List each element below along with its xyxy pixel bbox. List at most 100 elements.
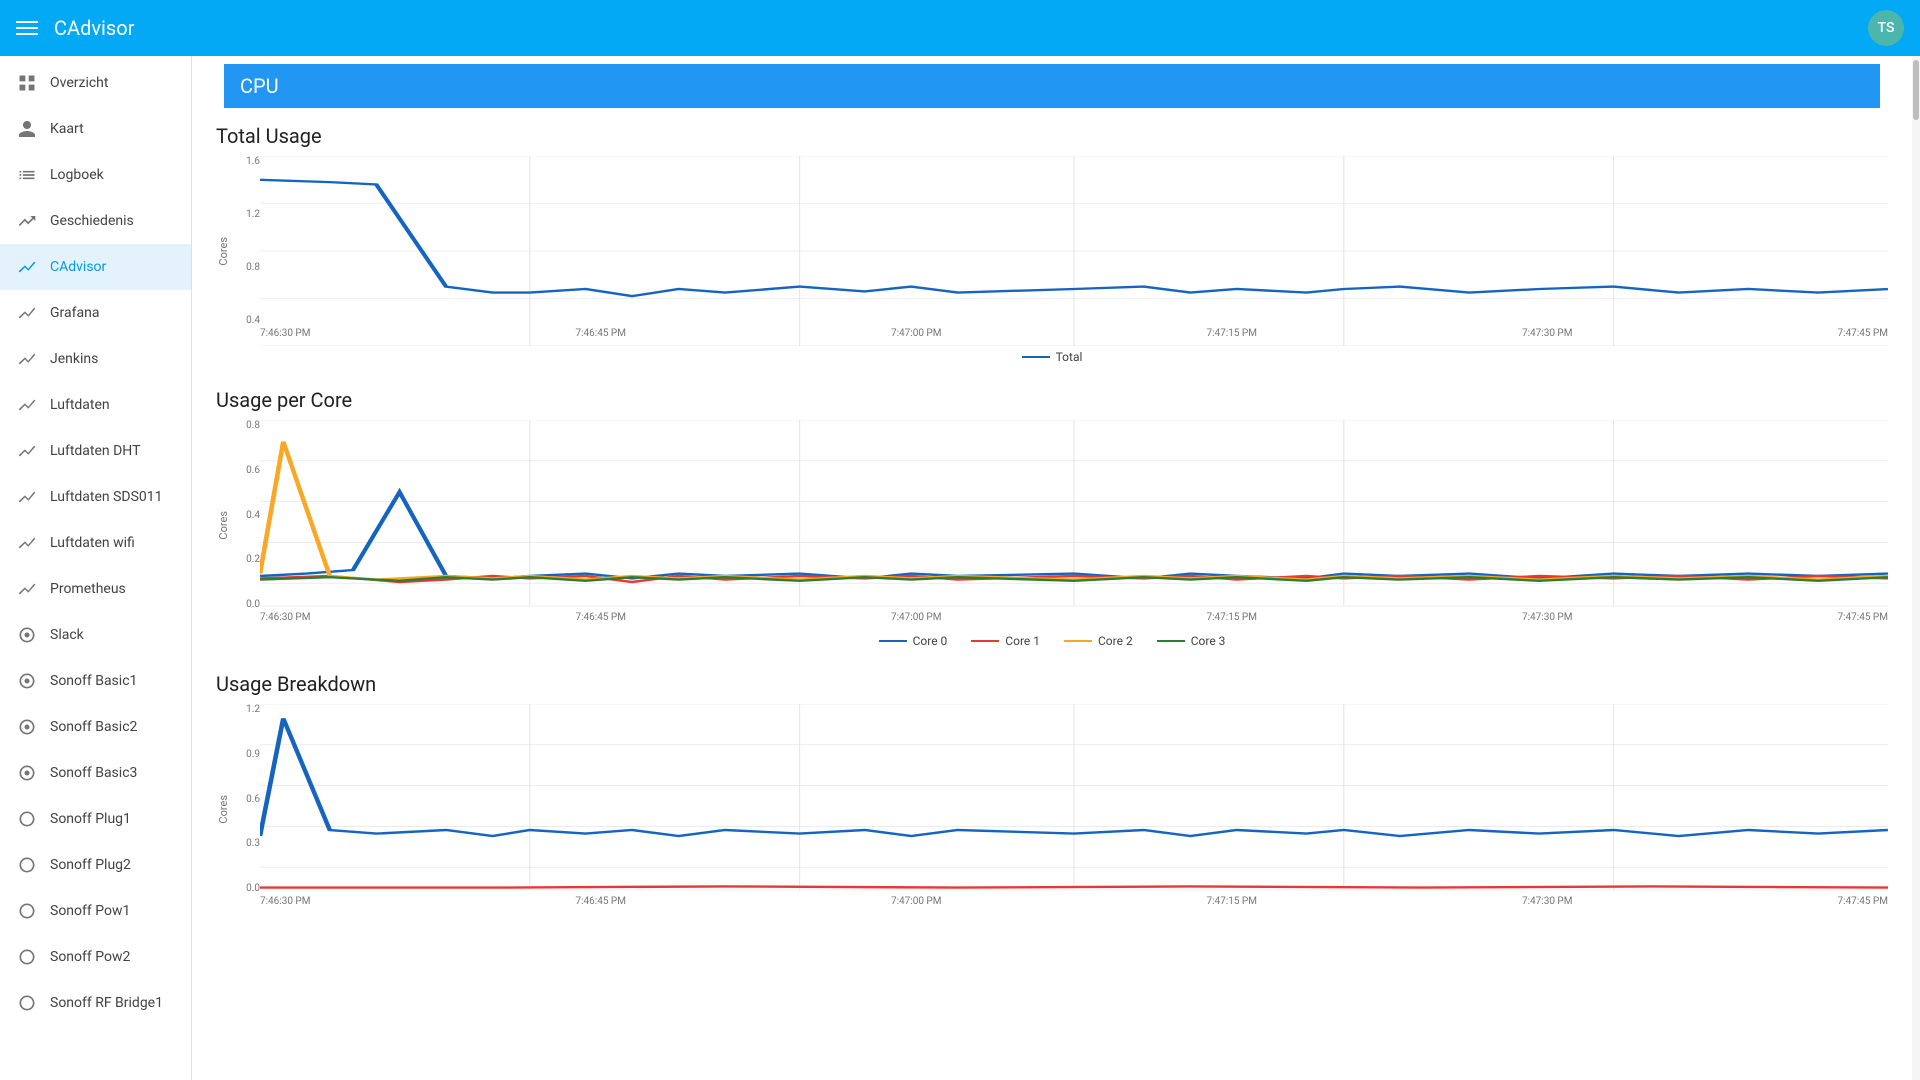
sidebar-icon-slack [16,624,38,646]
y-tick: 0.4 [246,315,260,326]
x-label: 7:46:30 PM [260,896,310,914]
sidebar-icon-cadvisor [16,256,38,278]
sidebar-icon-sonoff-basic3 [16,762,38,784]
y-tick: 0.0 [246,883,260,894]
sidebar-item-sonoff-plug1[interactable]: Sonoff Plug1 [0,796,191,842]
per-core-legend: Core 0 Core 1 Core 2 Core 3 [216,634,1888,648]
sidebar-label-logboek: Logboek [50,167,104,183]
legend-label-core3: Core 3 [1191,634,1226,648]
sidebar-icon-grafana [16,302,38,324]
x-label: 7:47:00 PM [891,328,941,346]
sidebar-label-sonoff-basic2: Sonoff Basic2 [50,719,137,735]
sidebar-icon-logboek [16,164,38,186]
y-tick: 0.3 [246,838,260,849]
sidebar-item-geschiedenis[interactable]: Geschiedenis [0,198,191,244]
sidebar-icon-luftdaten-wifi [16,532,38,554]
sidebar-label-sonoff-plug1: Sonoff Plug1 [50,811,131,827]
y-tick: 0.8 [246,420,260,431]
sidebar-icon-sonoff-pow1 [16,900,38,922]
legend-total: Total [1022,350,1083,364]
sidebar-icon-prometheus [16,578,38,600]
right-scrollbar[interactable] [1912,56,1920,1080]
sidebar-icon-sonoff-pow2 [16,946,38,968]
sidebar-label-sonoff-rf-bridge1: Sonoff RF Bridge1 [50,995,163,1011]
x-label: 7:46:45 PM [576,896,626,914]
sidebar-label-luftdaten-sds011: Luftdaten SDS011 [50,489,163,505]
sidebar-icon-sonoff-basic1 [16,670,38,692]
total-usage-title: Total Usage [216,124,1888,148]
sidebar-label-sonoff-pow2: Sonoff Pow2 [50,949,130,965]
usage-breakdown-title: Usage Breakdown [216,672,1888,696]
x-label: 7:47:30 PM [1522,328,1572,346]
sidebar-item-kaart[interactable]: Kaart [0,106,191,152]
sidebar-item-overzicht[interactable]: Overzicht [0,60,191,106]
sidebar-item-sonoff-basic1[interactable]: Sonoff Basic1 [0,658,191,704]
sidebar-label-prometheus: Prometheus [50,581,126,597]
legend-core0: Core 0 [879,634,948,648]
sidebar-label-sonoff-basic3: Sonoff Basic3 [50,765,137,781]
sidebar-icon-sonoff-plug2 [16,854,38,876]
y-tick: 0.4 [246,510,260,521]
sidebar-item-luftdaten[interactable]: Luftdaten [0,382,191,428]
legend-line-core0 [879,640,907,642]
sidebar-icon-kaart [16,118,38,140]
sidebar-item-sonoff-plug2[interactable]: Sonoff Plug2 [0,842,191,888]
usage-per-core-title: Usage per Core [216,388,1888,412]
sidebar-label-overzicht: Overzicht [50,75,108,91]
x-label: 7:46:45 PM [576,612,626,630]
y-tick: 0.9 [246,749,260,760]
sidebar-item-logboek[interactable]: Logboek [0,152,191,198]
sidebar-icon-luftdaten-dht [16,440,38,462]
legend-label-core2: Core 2 [1098,634,1133,648]
sidebar-item-sonoff-basic2[interactable]: Sonoff Basic2 [0,704,191,750]
x-label: 7:46:30 PM [260,612,310,630]
legend-line-total [1022,356,1050,358]
sidebar-item-sonoff-basic3[interactable]: Sonoff Basic3 [0,750,191,796]
total-usage-legend: Total [216,350,1888,364]
sidebar-icon-luftdaten-sds011 [16,486,38,508]
sidebar-icon-sonoff-plug1 [16,808,38,830]
avatar[interactable]: TS [1868,10,1904,46]
sidebar-item-luftdaten-wifi[interactable]: Luftdaten wifi [0,520,191,566]
sidebar-label-luftdaten: Luftdaten [50,397,110,413]
sidebar-item-luftdaten-sds011[interactable]: Luftdaten SDS011 [0,474,191,520]
sidebar-item-sonoff-rf-bridge1[interactable]: Sonoff RF Bridge1 [0,980,191,1026]
sidebar-icon-luftdaten [16,394,38,416]
sidebar-label-grafana: Grafana [50,305,99,321]
sidebar-item-sonoff-pow1[interactable]: Sonoff Pow1 [0,888,191,934]
menu-icon[interactable] [16,21,38,35]
y-tick: 0.0 [246,599,260,610]
per-core-y-label: Cores [217,511,230,540]
legend-line-core2 [1064,640,1092,642]
scrollbar-thumb [1913,60,1919,120]
page-title: CAdvisor [54,16,1868,40]
sidebar-label-sonoff-basic1: Sonoff Basic1 [50,673,137,689]
legend-core2: Core 2 [1064,634,1133,648]
sidebar-item-slack[interactable]: Slack [0,612,191,658]
sidebar-item-jenkins[interactable]: Jenkins [0,336,191,382]
legend-core1: Core 1 [971,634,1040,648]
sidebar-item-sonoff-pow2[interactable]: Sonoff Pow2 [0,934,191,980]
y-tick: 0.6 [246,794,260,805]
sidebar-label-kaart: Kaart [50,121,84,137]
breakdown-chart [260,704,1888,914]
sidebar-item-cadvisor[interactable]: CAdvisor [0,244,191,290]
breakdown-y-label: Cores [217,795,230,824]
x-label: 7:47:00 PM [891,896,941,914]
main-layout: Overzicht Kaart Logboek Geschiedenis CAd… [0,56,1920,1080]
per-core-chart [260,420,1888,630]
legend-line-core3 [1157,640,1185,642]
sidebar-label-cadvisor: CAdvisor [50,259,106,275]
x-label: 7:47:30 PM [1522,896,1572,914]
sidebar-item-luftdaten-dht[interactable]: Luftdaten DHT [0,428,191,474]
sidebar-icon-sonoff-basic2 [16,716,38,738]
usage-breakdown-section: Usage Breakdown Cores 1.2 0.9 0.6 0.3 0.… [192,664,1912,930]
y-tick: 1.6 [246,156,260,167]
sidebar-item-grafana[interactable]: Grafana [0,290,191,336]
top-bar: CAdvisor TS [0,0,1920,56]
x-label: 7:47:45 PM [1838,612,1888,630]
x-label: 7:47:15 PM [1207,896,1257,914]
sidebar-item-prometheus[interactable]: Prometheus [0,566,191,612]
legend-label-core0: Core 0 [913,634,948,648]
sidebar-label-luftdaten-wifi: Luftdaten wifi [50,535,135,551]
